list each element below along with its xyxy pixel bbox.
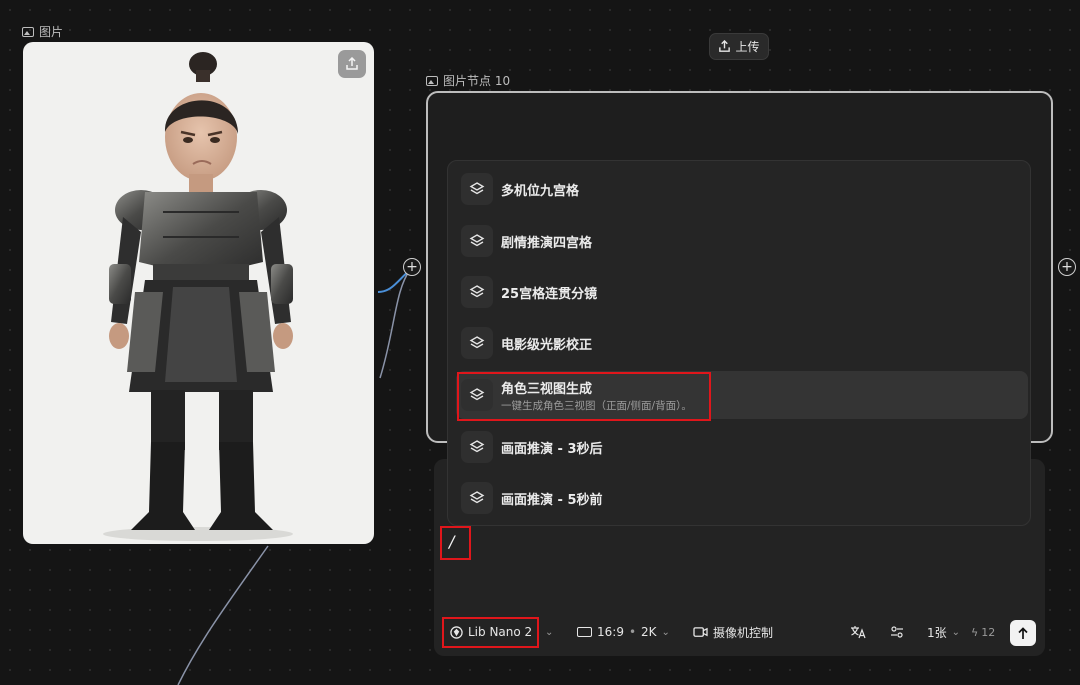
lightning-icon: ϟ: [971, 625, 979, 639]
menu-item-cinematic-lighting[interactable]: 电影级光影校正: [456, 319, 1028, 367]
node10-label: 图片节点 10: [426, 72, 510, 89]
translate-icon: [851, 626, 866, 639]
layers-icon: [461, 327, 493, 359]
camera-control-button[interactable]: 摄像机控制: [693, 614, 773, 650]
template-menu: 多机位九宫格 剧情推演四宫格 25宫格连贯分镜 电影级光影校正 角色三视图生成 …: [447, 160, 1031, 526]
layers-icon: [461, 482, 493, 514]
upload-icon: [719, 40, 731, 52]
image-node-label: 图片: [22, 23, 63, 40]
export-button[interactable]: [338, 50, 366, 78]
menu-item-plot-four-grid[interactable]: 剧情推演四宫格: [456, 217, 1028, 265]
aspect-resolution-selector[interactable]: 16:9 • 2K ⌄: [577, 614, 670, 650]
output-port-plus-icon[interactable]: +: [1058, 258, 1076, 276]
layers-icon: [461, 431, 493, 463]
active-item-highlight: [457, 372, 711, 421]
menu-item-25-grid-storyboard[interactable]: 25宫格连贯分镜: [456, 268, 1028, 316]
aspect-ratio-icon: [577, 627, 592, 637]
image-icon: [426, 75, 438, 86]
arrow-up-icon: [1018, 626, 1028, 639]
layers-icon: [461, 173, 493, 205]
count-selector[interactable]: 1张 ⌄: [927, 614, 960, 650]
upload-label: 上传: [735, 40, 760, 54]
layers-icon: [461, 276, 493, 308]
layers-icon: [461, 225, 493, 257]
input-port-plus-icon[interactable]: +: [403, 258, 421, 276]
menu-item-multi-camera-grid[interactable]: 多机位九宫格: [456, 165, 1028, 213]
share-upload-icon: [346, 57, 358, 70]
prompt-input-highlight: [440, 526, 471, 560]
settings-toggle-button[interactable]: [890, 614, 904, 650]
chevron-down-icon: ⌄: [951, 626, 961, 638]
send-button[interactable]: [1010, 620, 1036, 646]
chevron-down-icon[interactable]: ⌄: [545, 614, 553, 650]
translate-button[interactable]: [850, 614, 866, 650]
menu-item-scene-3s-after[interactable]: 画面推演 - 3秒后: [456, 423, 1028, 471]
credits-indicator: ϟ 12: [971, 625, 996, 639]
camera-icon: [693, 626, 708, 637]
sliders-icon: [891, 626, 903, 638]
chevron-down-icon: ⌄: [661, 626, 670, 638]
armored-character-illustration: [103, 52, 293, 541]
image-icon: [22, 26, 34, 37]
character-image[interactable]: [23, 42, 374, 544]
model-selector-highlight: [442, 617, 539, 648]
menu-item-scene-5s-before[interactable]: 画面推演 - 5秒前: [456, 474, 1028, 522]
upload-button[interactable]: 上传: [709, 33, 769, 60]
